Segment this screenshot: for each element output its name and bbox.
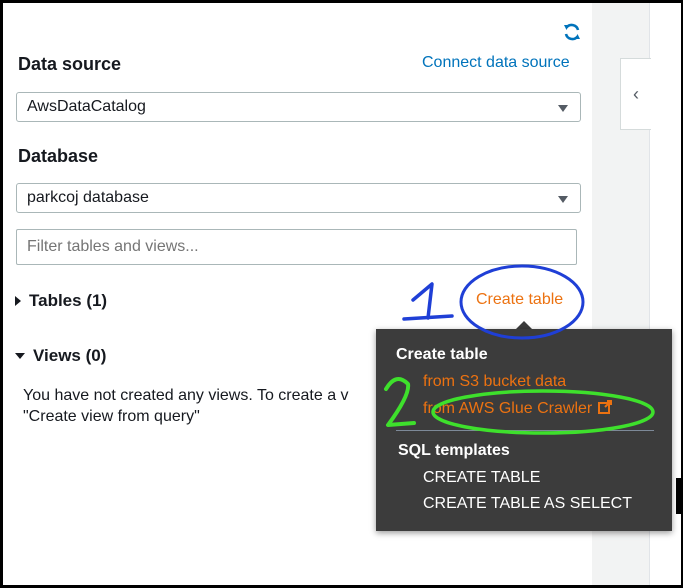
views-section-toggle[interactable]: Views (0) — [15, 346, 106, 366]
popup-arrow — [516, 321, 532, 329]
data-source-select[interactable]: AwsDataCatalog — [16, 92, 581, 122]
create-table-link[interactable]: Create table — [476, 291, 563, 309]
views-label: Views (0) — [33, 346, 107, 365]
refresh-icon[interactable] — [562, 22, 582, 42]
data-source-value: AwsDataCatalog — [27, 98, 146, 115]
from-glue-crawler-label: from AWS Glue Crawler — [423, 400, 593, 417]
caret-right-icon — [15, 296, 21, 306]
views-message-line2: "Create view from query" — [23, 408, 200, 425]
popup-create-table-heading: Create table — [396, 346, 488, 363]
connect-data-source-link[interactable]: Connect data source — [422, 54, 570, 72]
chevron-left-icon: ‹ — [633, 83, 639, 104]
database-value: parkcoj database — [27, 189, 149, 206]
from-s3-bucket-link[interactable]: from S3 bucket data — [423, 373, 566, 391]
filter-tables-input[interactable] — [16, 229, 577, 265]
popup-divider — [396, 430, 654, 431]
tables-label: Tables (1) — [29, 291, 108, 310]
create-table-as-select-link[interactable]: CREATE TABLE AS SELECT — [423, 495, 632, 513]
create-table-template-link[interactable]: CREATE TABLE — [423, 469, 540, 487]
caret-down-icon — [558, 196, 568, 203]
data-source-label: Data source — [18, 54, 122, 74]
tables-section-toggle[interactable]: Tables (1) — [15, 291, 107, 311]
external-link-icon — [598, 400, 613, 414]
popup-sql-templates-heading: SQL templates — [398, 442, 510, 459]
from-glue-crawler-link[interactable]: from AWS Glue Crawler — [423, 400, 613, 418]
edge-bar — [676, 478, 682, 514]
views-message-line1: You have not created any views. To creat… — [23, 387, 349, 404]
database-select[interactable]: parkcoj database — [16, 183, 581, 213]
database-label: Database — [18, 146, 99, 166]
caret-down-icon — [15, 353, 25, 359]
caret-down-icon — [558, 105, 568, 112]
views-empty-message: You have not created any views. To creat… — [23, 385, 383, 427]
collapse-panel-button[interactable]: ‹ — [620, 58, 651, 130]
